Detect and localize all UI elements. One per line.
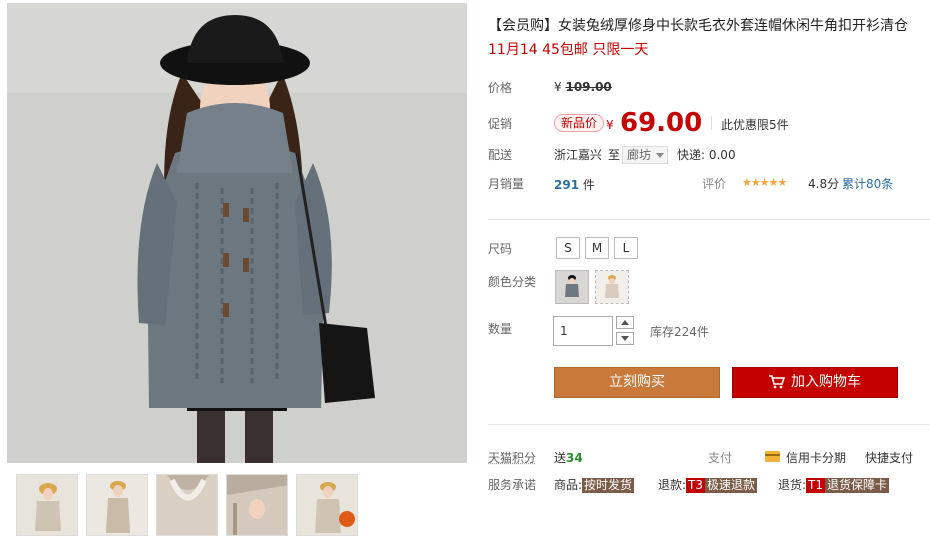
main-product-image[interactable]: [7, 3, 467, 463]
thumbnail-4[interactable]: [226, 474, 288, 536]
service-refund[interactable]: 退款: T3 极速退款: [658, 477, 758, 493]
return-label: 退货:: [778, 478, 807, 492]
buy-now-button[interactable]: 立刻购买: [554, 367, 720, 398]
return-guarantee-badge: 退货保障卡: [825, 478, 890, 493]
credit-card-icon: [765, 451, 780, 462]
thumbnail-1[interactable]: [16, 474, 78, 536]
refund-code-badge: T3: [686, 478, 706, 493]
on-time-delivery-badge: 按时发货: [582, 478, 635, 493]
stock-count: 库存224件: [650, 325, 709, 339]
review-count-link[interactable]: 累计80条: [842, 176, 893, 192]
monthly-sales-label: 月销量: [488, 177, 525, 191]
thumbnail-3[interactable]: [156, 474, 218, 536]
fast-refund-badge: 极速退款: [705, 478, 758, 493]
destination-city-select[interactable]: 廊坊: [622, 146, 668, 164]
section-divider: [488, 219, 930, 220]
quantity-input[interactable]: [553, 316, 613, 346]
express-fee: 快递: 0.00: [677, 148, 736, 162]
color-option-beige[interactable]: [595, 270, 629, 304]
payment-label: 支付: [708, 451, 733, 465]
promo-label: 促销: [488, 117, 513, 131]
price-divider: [711, 116, 712, 130]
original-price-value: 109.00: [565, 80, 612, 94]
points-prefix: 送: [554, 451, 567, 465]
thumbnail-5[interactable]: [296, 474, 358, 536]
ship-from: 浙江嘉兴: [554, 148, 603, 162]
size-option-l[interactable]: L: [614, 237, 638, 259]
current-price: 69.00: [620, 108, 703, 138]
new-price-badge: 新品价: [554, 114, 605, 132]
buy-now-label: 立刻购买: [609, 374, 665, 390]
arrow-up-icon: [621, 320, 629, 325]
price-label: 价格: [488, 81, 513, 95]
cart-icon: [769, 375, 786, 389]
current-currency: ¥: [606, 118, 614, 132]
purchase-limit: 此优惠限5件: [721, 118, 789, 132]
section-divider-2: [488, 424, 930, 425]
thumbnail-strip: [16, 474, 366, 536]
color-option-gray[interactable]: [555, 270, 589, 304]
service-promise-label: 服务承诺: [488, 478, 537, 492]
quantity-increase-button[interactable]: [616, 316, 634, 329]
arrow-down-icon: [621, 336, 629, 341]
refund-label: 退款:: [658, 478, 687, 492]
ship-to-word: 至: [608, 148, 621, 162]
promo-text: 11月14 45包邮 只限一天: [488, 42, 649, 58]
size-option-m[interactable]: M: [585, 237, 609, 259]
add-to-cart-label: 加入购物车: [791, 374, 861, 390]
tmall-points-label[interactable]: 天猫积分: [488, 450, 536, 466]
points-value: 34: [566, 451, 583, 465]
rating-label: 评价: [702, 177, 727, 191]
product-title: 【会员购】女装兔绒厚修身中长款毛衣外套连帽休闲牛角扣开衫清仓: [488, 18, 908, 34]
tmall-points: 送34: [554, 450, 583, 466]
rating-score: 4.8分: [808, 177, 840, 191]
color-label: 颜色分类: [488, 275, 537, 289]
monthly-sales-count: 291: [554, 178, 580, 192]
goods-label: 商品:: [554, 478, 583, 492]
monthly-sales: 291 件: [554, 176, 595, 193]
currency-symbol: ¥: [554, 80, 562, 94]
quantity-decrease-button[interactable]: [616, 332, 634, 345]
destination-city: 廊坊: [627, 148, 652, 162]
add-to-cart-button[interactable]: 加入购物车: [732, 367, 898, 398]
return-code-badge: T1: [806, 478, 826, 493]
monthly-sales-unit: 件: [582, 178, 595, 192]
service-return[interactable]: 退货: T1 退货保障卡: [778, 477, 890, 493]
credit-card-installment[interactable]: 信用卡分期: [786, 450, 846, 466]
service-goods[interactable]: 商品: 按时发货: [554, 477, 635, 493]
quantity-label: 数量: [488, 322, 513, 336]
chevron-down-icon: [656, 153, 664, 158]
model-photo: [7, 3, 467, 463]
thumbnail-2[interactable]: [86, 474, 148, 536]
size-label: 尺码: [488, 242, 513, 256]
size-option-s[interactable]: S: [556, 237, 580, 259]
original-price: ¥ 109.00: [554, 80, 612, 94]
quick-pay[interactable]: 快捷支付: [865, 450, 913, 466]
delivery-label: 配送: [488, 148, 513, 162]
rating-stars-icon: ★★★★★: [742, 176, 787, 189]
